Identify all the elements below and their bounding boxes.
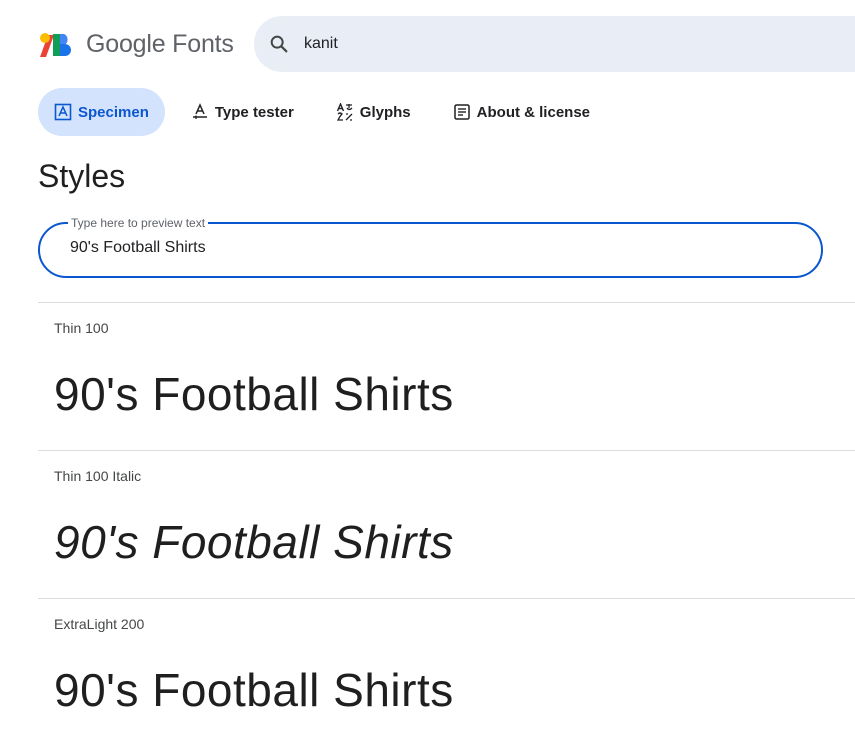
- style-sample: 90's Football Shirts: [54, 516, 454, 568]
- preview-text-label: Type here to preview text: [68, 216, 209, 230]
- logo-google-text: Google: [86, 30, 166, 58]
- tab-specimen-label: Specimen: [78, 103, 149, 121]
- tab-type-tester-label: Type tester: [214, 103, 294, 121]
- google-fonts-logo-icon: [40, 32, 71, 57]
- preview-text-field[interactable]: Type here to preview text 90's Football …: [38, 216, 823, 278]
- about-license-icon: [453, 104, 470, 120]
- search-input[interactable]: kanit: [304, 35, 338, 53]
- style-row-thin-100-italic[interactable]: Thin 100 Italic 90's Football Shirts: [38, 450, 855, 599]
- logo-text: Google Fonts: [86, 30, 234, 59]
- glyphs-icon: [336, 103, 353, 121]
- search-icon[interactable]: [268, 33, 290, 55]
- style-label: Thin 100 Italic: [54, 468, 142, 484]
- style-sample: 90's Football Shirts: [54, 664, 454, 716]
- specimen-icon: [54, 103, 72, 121]
- type-tester-icon: [192, 103, 207, 119]
- search-bar[interactable]: kanit: [254, 16, 855, 72]
- logo-fonts-text: Fonts: [172, 30, 234, 58]
- styles-heading: Styles: [38, 158, 126, 194]
- tab-type-tester[interactable]: Type tester: [175, 88, 310, 136]
- style-sample: 90's Football Shirts: [54, 368, 454, 420]
- style-label: Thin 100: [54, 320, 109, 336]
- google-fonts-logo[interactable]: Google Fonts: [38, 30, 234, 59]
- page: Google Fonts kanit Specimen Type tester: [0, 0, 855, 744]
- style-row-extralight-200[interactable]: ExtraLight 200 90's Football Shirts: [38, 598, 855, 744]
- preview-text-input[interactable]: 90's Football Shirts: [70, 239, 206, 257]
- tab-about-license[interactable]: About & license: [437, 88, 606, 136]
- style-row-thin-100[interactable]: Thin 100 90's Football Shirts: [38, 302, 855, 451]
- tab-bar: Specimen Type tester Glyphs About & lice…: [38, 88, 616, 136]
- style-label: ExtraLight 200: [54, 616, 145, 632]
- tab-glyphs-label: Glyphs: [359, 103, 411, 121]
- tab-about-license-label: About & license: [476, 103, 591, 121]
- tab-specimen[interactable]: Specimen: [38, 88, 165, 136]
- tab-glyphs[interactable]: Glyphs: [320, 88, 427, 136]
